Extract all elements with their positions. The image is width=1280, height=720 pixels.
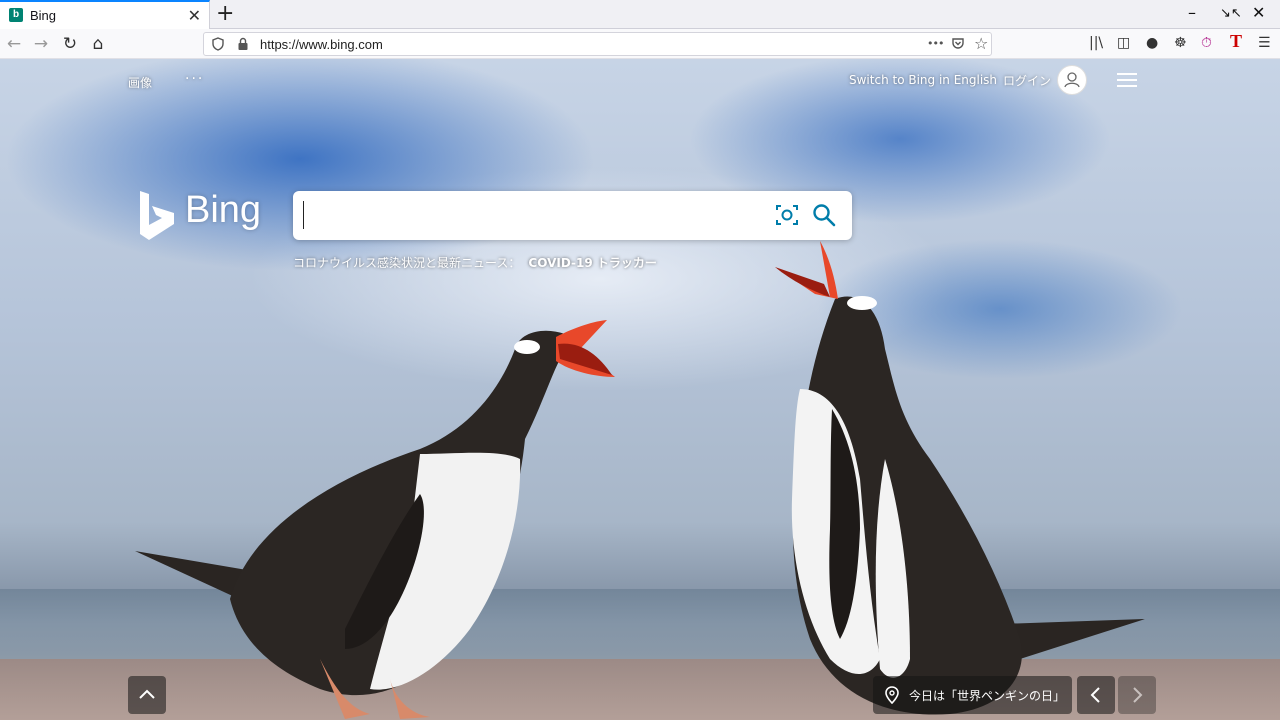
news-line: コロナウイルス感染状況と最新ニュース： COVID-19 トラッカー xyxy=(293,254,657,271)
bing-homepage: 画像 ··· Switch to Bing in English ログイン Bi… xyxy=(0,59,1280,720)
chevron-left-icon xyxy=(1090,687,1100,703)
chevron-up-icon xyxy=(139,689,155,699)
search-box xyxy=(293,191,852,240)
image-caption-text: 今日は「世界ペンギンの日」 xyxy=(909,689,1066,703)
window-close-button[interactable]: ✕ xyxy=(1252,3,1265,22)
login-link[interactable]: ログイン xyxy=(1003,72,1051,89)
library-icon[interactable]: ||\ xyxy=(1089,35,1103,51)
tab-title: Bing xyxy=(30,8,57,23)
switch-language-link[interactable]: Switch to Bing in English xyxy=(849,73,997,87)
covid-tracker-link[interactable]: COVID-19 トラッカー xyxy=(528,256,656,270)
previous-image-button[interactable] xyxy=(1077,676,1115,714)
penguins-background-image xyxy=(135,241,1145,719)
restore-button[interactable]: ↘↖ xyxy=(1220,6,1242,21)
chevron-right-icon xyxy=(1133,687,1143,703)
star-icon[interactable]: ☆ xyxy=(974,34,988,53)
search-icon[interactable] xyxy=(812,203,836,227)
hamburger-menu-icon[interactable] xyxy=(1117,73,1137,87)
bing-logo-icon xyxy=(140,191,174,240)
navigation-toolbar: ← → ↻ ⌂ https://www.bing.com ••• ☆ ||\ ◫… xyxy=(0,29,1280,59)
shield-icon[interactable] xyxy=(212,37,224,51)
avatar[interactable] xyxy=(1057,65,1087,95)
extension-globe-icon[interactable]: ☸ xyxy=(1174,35,1187,51)
more-links-icon[interactable]: ··· xyxy=(185,71,204,87)
bing-logo-text: Bing xyxy=(185,189,262,231)
minimize-button[interactable]: – xyxy=(1188,3,1196,22)
page-actions-icon[interactable]: ••• xyxy=(927,37,944,50)
arrow-right-icon[interactable]: → xyxy=(30,33,52,55)
menu-icon[interactable]: ☰ xyxy=(1258,35,1271,51)
new-tab-button[interactable]: + xyxy=(216,1,234,26)
url-text[interactable]: https://www.bing.com xyxy=(260,37,383,52)
search-input[interactable] xyxy=(303,201,763,229)
lock-icon[interactable] xyxy=(237,37,249,51)
url-bar[interactable]: https://www.bing.com ••• ☆ xyxy=(203,32,992,56)
browser-tab-bar: b Bing ✕ + – ↘↖ ✕ xyxy=(0,0,1280,29)
tab-bing[interactable]: b Bing ✕ xyxy=(0,0,210,29)
location-pin-icon xyxy=(885,686,899,704)
bing-logo: Bing xyxy=(138,189,268,241)
user-icon xyxy=(1064,72,1080,88)
extension-clock-icon[interactable]: ⏱ xyxy=(1201,35,1212,51)
next-image-button[interactable] xyxy=(1118,676,1156,714)
account-icon[interactable]: ● xyxy=(1146,35,1158,51)
scroll-up-button[interactable] xyxy=(128,676,166,714)
reload-icon[interactable]: ↻ xyxy=(59,33,81,55)
home-icon[interactable]: ⌂ xyxy=(87,33,109,55)
pocket-icon[interactable] xyxy=(951,37,965,51)
images-link[interactable]: 画像 xyxy=(128,74,152,91)
news-prefix: コロナウイルス感染状況と最新ニュース： xyxy=(293,256,521,270)
camera-icon[interactable] xyxy=(775,203,799,227)
tab-close-icon[interactable]: ✕ xyxy=(188,6,201,25)
sidebar-icon[interactable]: ◫ xyxy=(1117,35,1130,51)
bing-favicon-icon: b xyxy=(9,8,23,22)
extension-t-icon[interactable]: T xyxy=(1230,31,1242,52)
arrow-left-icon[interactable]: ← xyxy=(3,33,25,55)
image-caption-button[interactable]: 今日は「世界ペンギンの日」 xyxy=(873,676,1072,714)
